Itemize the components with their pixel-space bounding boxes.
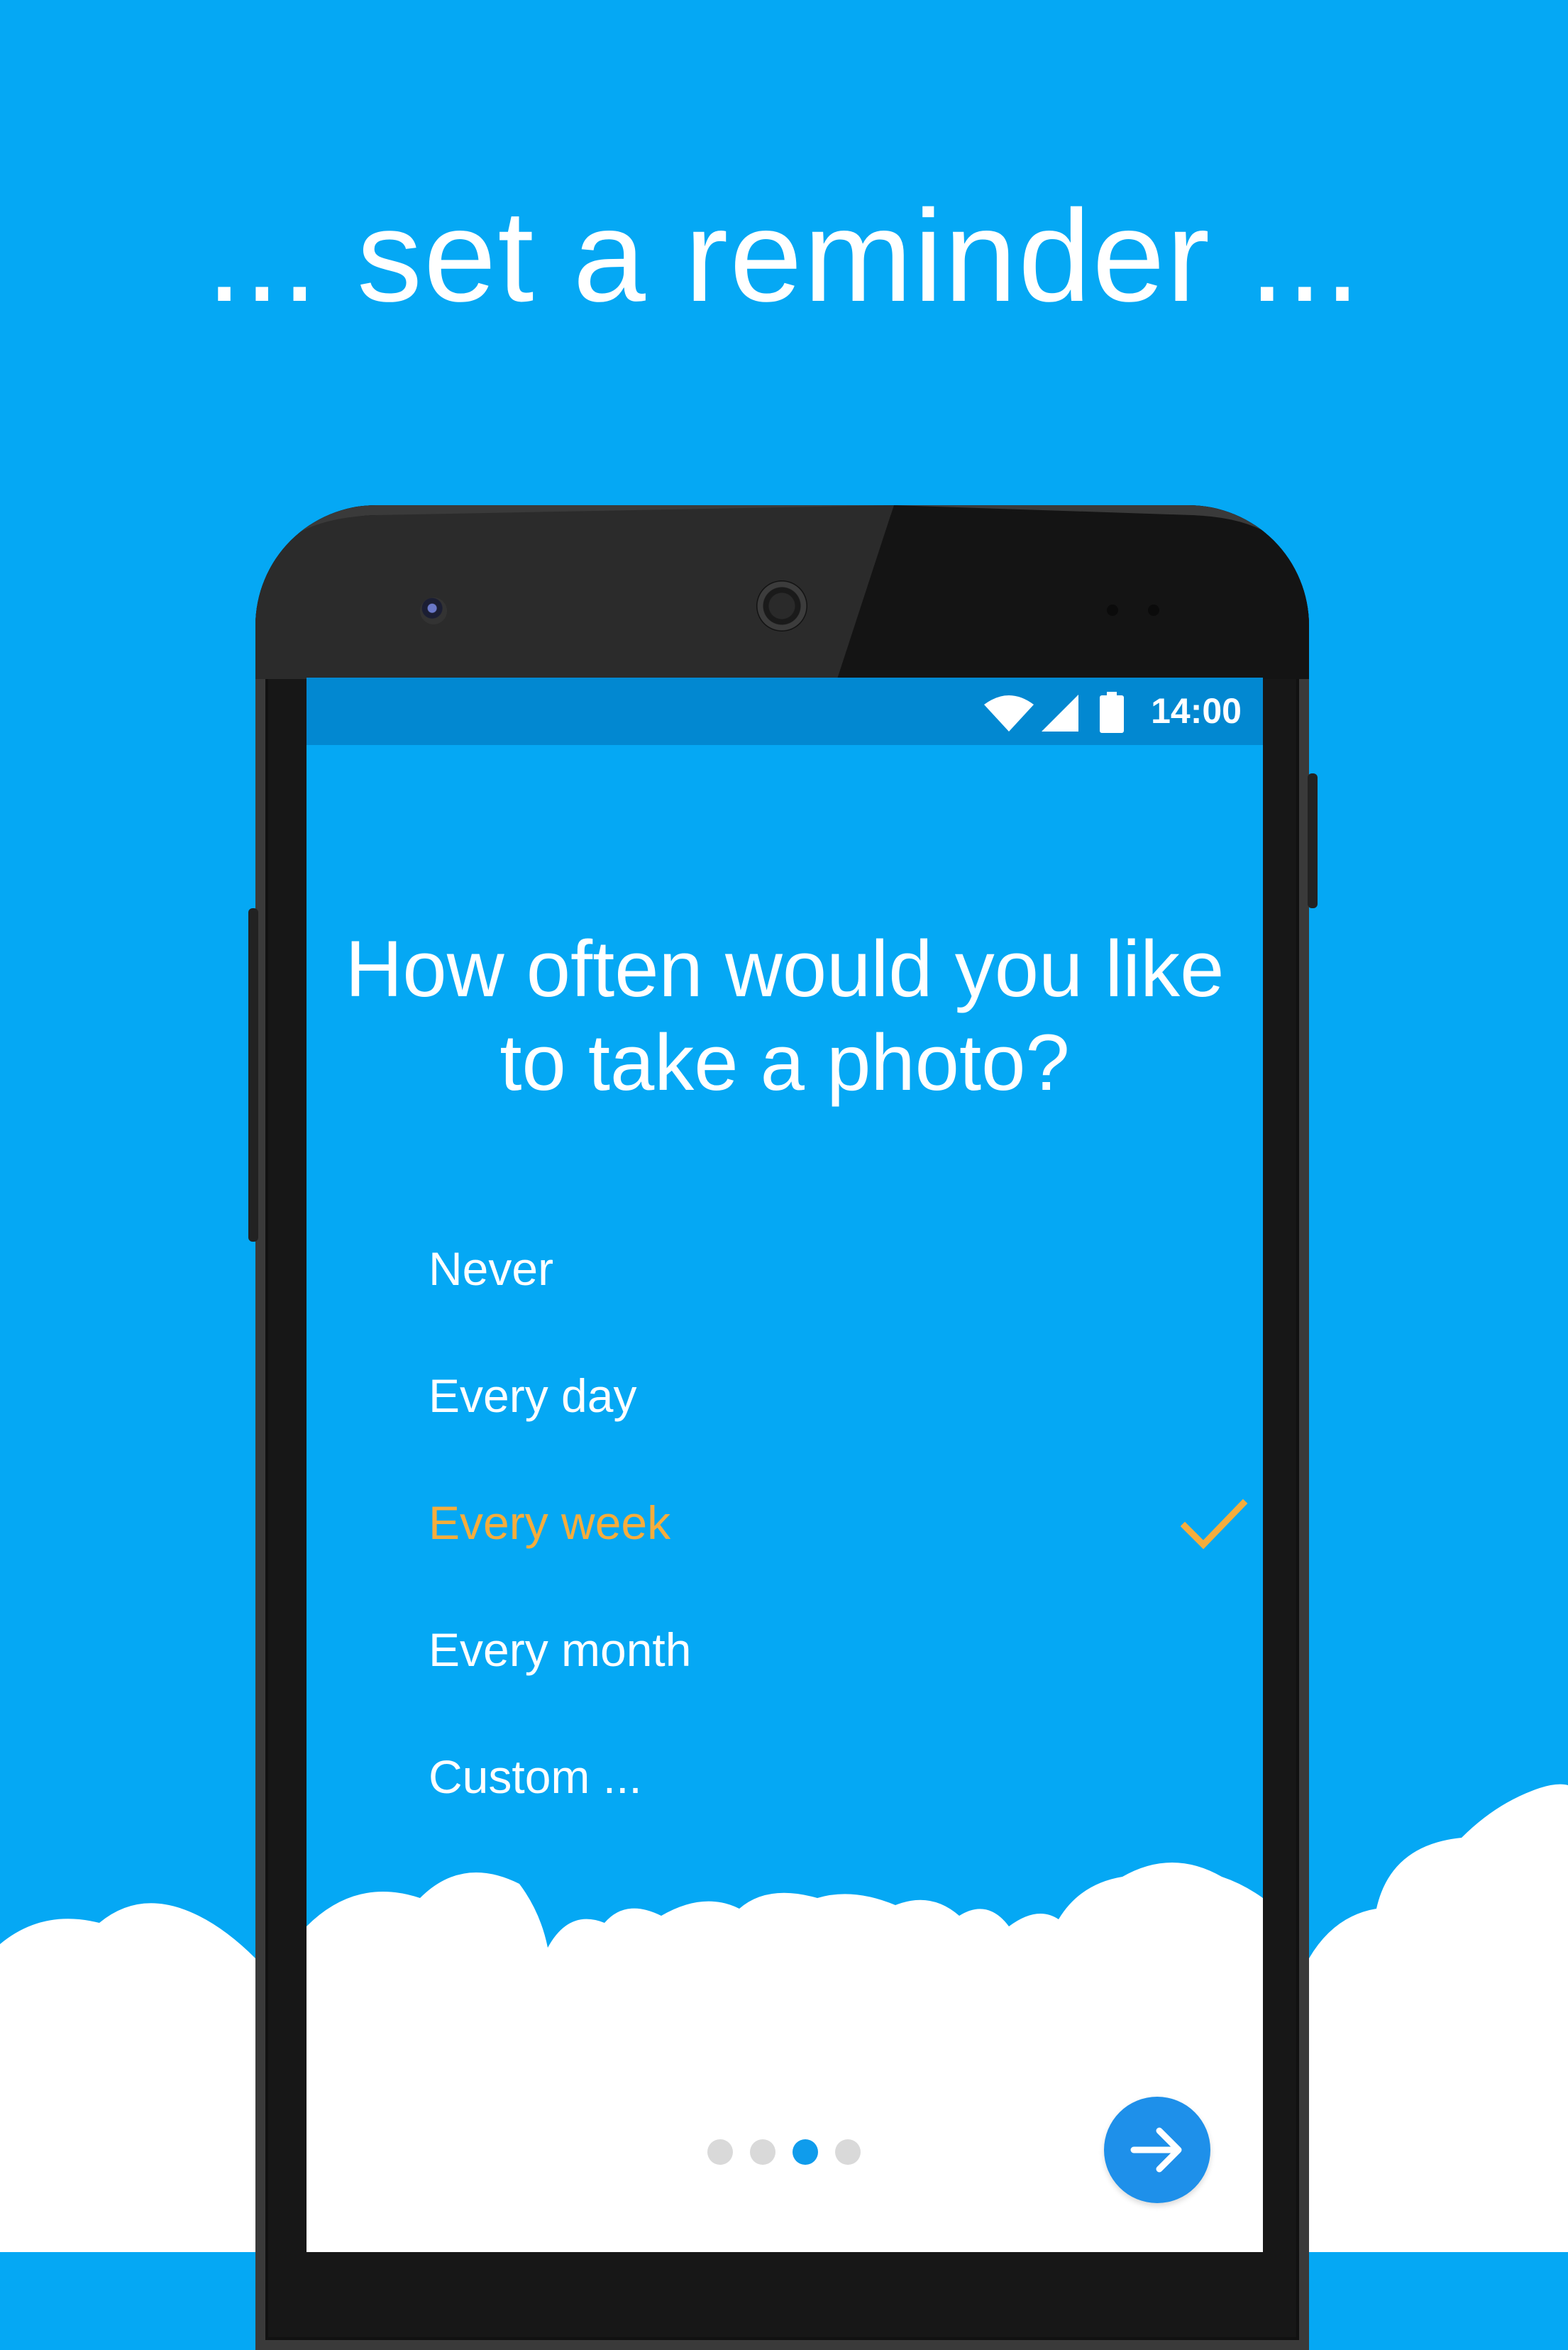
front-camera — [420, 597, 447, 624]
next-button[interactable] — [1104, 2097, 1210, 2203]
page-dot-1 — [707, 2139, 733, 2165]
volume-button — [248, 908, 258, 1242]
page-dot-2 — [750, 2139, 775, 2165]
proximity-sensor — [1107, 605, 1118, 616]
power-button — [1308, 773, 1318, 908]
page-dot-4 — [835, 2139, 861, 2165]
light-sensor — [1148, 605, 1159, 616]
arrow-right-icon — [1130, 2127, 1182, 2173]
phone-screen: 14:00 How often would you like to take a… — [307, 678, 1263, 2252]
earpiece-speaker — [756, 580, 807, 631]
page-dot-3 — [793, 2139, 818, 2165]
screen-clouds — [307, 1863, 1263, 2252]
